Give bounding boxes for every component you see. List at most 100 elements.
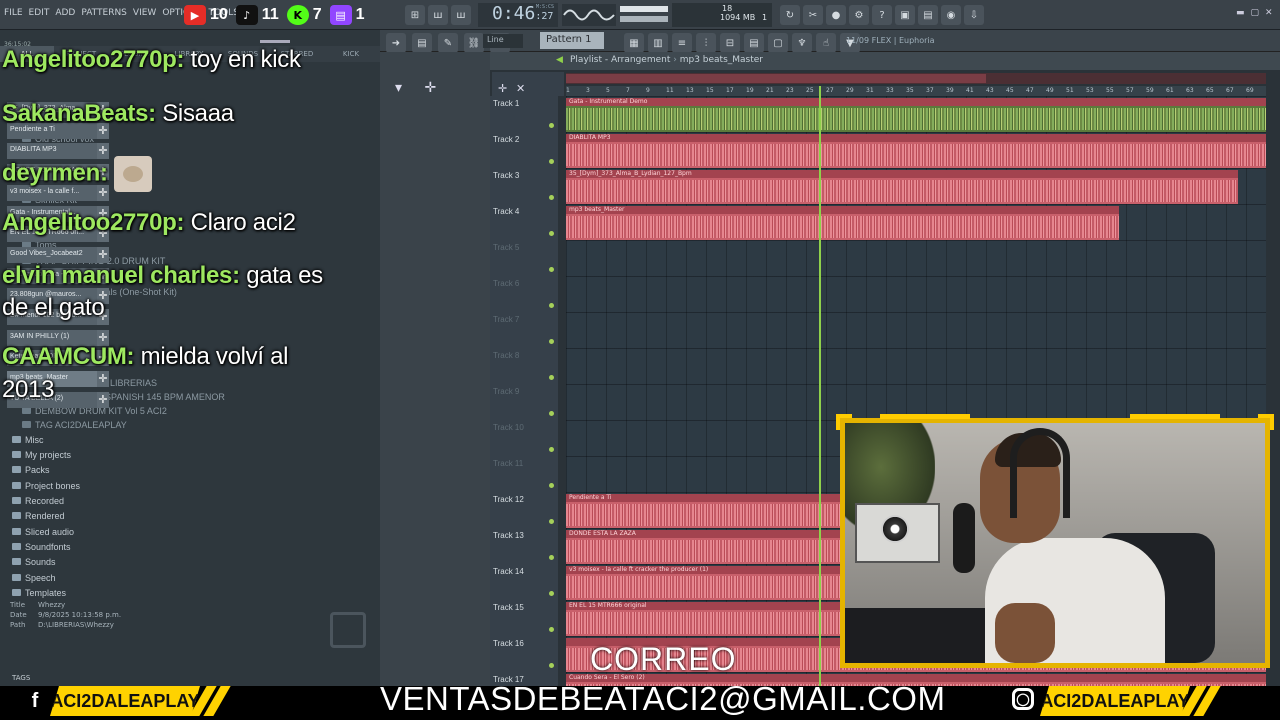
browser-item[interactable]: Speech [12, 573, 56, 583]
pencil-icon[interactable]: ✎ [438, 33, 458, 53]
browser-icon[interactable]: ▤ [744, 33, 764, 53]
track-enable-led[interactable] [549, 591, 554, 596]
track-name[interactable]: Track 9 [493, 387, 519, 396]
menu-item-file[interactable]: FILE [4, 8, 23, 18]
track-enable-led[interactable] [549, 195, 554, 200]
rack-menu-icon[interactable]: ▾ [395, 80, 402, 96]
snap-selector[interactable]: Line [483, 34, 523, 48]
pattern-selector[interactable]: Pattern 1 [540, 32, 604, 49]
audio-clip[interactable]: mp3 beats_Master [566, 206, 1119, 240]
piano-roll-icon[interactable]: ▥ [648, 33, 668, 53]
playlist-window-icon[interactable]: ▦ [624, 33, 644, 53]
menu-item-edit[interactable]: EDIT [29, 8, 50, 18]
track-name[interactable]: Track 5 [493, 243, 519, 252]
arrow-icon[interactable]: ➜ [386, 33, 406, 53]
menu-item-patterns[interactable]: PATTERNS [81, 8, 127, 18]
audio-clip[interactable]: Gata - Instrumental Demo [566, 98, 1266, 132]
track-name[interactable]: Track 16 [493, 639, 524, 648]
track-enable-led[interactable] [549, 447, 554, 452]
master-pitch-slider[interactable] [620, 16, 668, 22]
menu-item-view[interactable]: VIEW [133, 8, 156, 18]
channel-rack-icon[interactable]: ≡ [672, 33, 692, 53]
track-enable-led[interactable] [549, 627, 554, 632]
track-name[interactable]: Track 1 [493, 99, 519, 108]
wait-icon[interactable]: ш [428, 5, 448, 25]
track-name[interactable]: Track 14 [493, 567, 524, 576]
browser-slider[interactable] [260, 40, 290, 43]
channel-button[interactable]: Good Vibes_Jocabeat2 [7, 246, 97, 263]
close-icon[interactable]: ✕ [1265, 8, 1273, 18]
browser-item[interactable]: Packs [12, 465, 50, 475]
mixer-icon[interactable]: ⫶ [696, 33, 716, 53]
track-name[interactable]: Track 12 [493, 495, 524, 504]
download-icon[interactable]: ⇩ [964, 5, 984, 25]
clipboard-icon[interactable]: ▢ [768, 33, 788, 53]
audio-clip[interactable]: 35_[Dym]_373_Alma_B_Lydian_127_Bpm [566, 170, 1238, 204]
gear-icon[interactable]: ⚙ [849, 5, 869, 25]
close-small-icon[interactable]: ✕ [516, 82, 525, 95]
browser-item[interactable]: Sliced audio [12, 527, 74, 537]
plugin-picker-icon[interactable]: ⊟ [720, 33, 740, 53]
touch-icon[interactable]: ☝ [816, 33, 836, 53]
playhead[interactable] [819, 86, 821, 686]
master-volume-slider[interactable] [620, 6, 668, 12]
browser-item[interactable]: TAG ACI2DALEAPLAY [22, 420, 127, 430]
track-enable-led[interactable] [549, 303, 554, 308]
mic-icon[interactable]: ● [826, 5, 846, 25]
track-enable-led[interactable] [549, 231, 554, 236]
track-name[interactable]: Track 2 [493, 135, 519, 144]
track-name[interactable]: Track 13 [493, 531, 524, 540]
chat-icon[interactable]: ◉ [941, 5, 961, 25]
minimize-icon[interactable]: ▬ [1236, 8, 1245, 18]
track-name[interactable]: Track 8 [493, 351, 519, 360]
zoom-icon[interactable]: ✛ [498, 82, 507, 95]
browser-tab-kick[interactable]: KICK [324, 46, 378, 62]
song-time-display[interactable]: 0:46:27 M:S:CS [478, 3, 558, 27]
menu-item-add[interactable]: ADD [55, 8, 75, 18]
track-name[interactable]: Track 10 [493, 423, 524, 432]
link-icon[interactable]: ⛓ [464, 33, 484, 53]
track-enable-led[interactable] [549, 267, 554, 272]
plugin-icon[interactable]: ♆ [792, 33, 812, 53]
track-enable-led[interactable] [549, 519, 554, 524]
browser-item[interactable]: Project bones [12, 481, 80, 491]
track-name[interactable]: Track 4 [493, 207, 519, 216]
browser-item[interactable]: Recorded [12, 496, 64, 506]
refresh-icon[interactable]: ↻ [780, 5, 800, 25]
browser-item[interactable]: Soundfonts [12, 542, 71, 552]
track-name[interactable]: Track 7 [493, 315, 519, 324]
track-name[interactable]: Track 11 [493, 459, 523, 468]
track-enable-led[interactable] [549, 663, 554, 668]
track-name[interactable]: Track 6 [493, 279, 519, 288]
render-icon[interactable]: ▤ [918, 5, 938, 25]
track-enable-led[interactable] [549, 555, 554, 560]
track-enable-led[interactable] [549, 483, 554, 488]
track-enable-led[interactable] [549, 339, 554, 344]
audio-clip[interactable]: DIABLITA MP3 [566, 134, 1266, 168]
track-name[interactable]: Track 3 [493, 171, 519, 180]
track-enable-led[interactable] [549, 375, 554, 380]
playlist-scroll[interactable] [566, 73, 1266, 84]
track-name[interactable]: Track 15 [493, 603, 524, 612]
browser-item[interactable]: Sounds [12, 557, 56, 567]
browser-item[interactable]: Misc [12, 435, 44, 445]
browser-item[interactable]: Rendered [12, 511, 65, 521]
channel-add-icon[interactable]: ✛ [97, 371, 109, 388]
track-enable-led[interactable] [549, 159, 554, 164]
rack-add-icon[interactable]: ✛ [424, 80, 436, 96]
cut-icon[interactable]: ✂ [803, 5, 823, 25]
record-mode-icon[interactable]: ⊞ [405, 5, 425, 25]
new-folder-icon[interactable] [330, 612, 366, 648]
loop-record-icon[interactable]: ш [451, 5, 471, 25]
playlist-icon[interactable]: ▤ [412, 33, 432, 53]
save-icon[interactable]: ▣ [895, 5, 915, 25]
timeline-ruler[interactable]: 1 3 5 7 9 11 13 15 17 19 21 23 25 27 29 31 33 35 37 39 41 43 4… [566, 86, 1266, 96]
track-enable-led[interactable] [549, 411, 554, 416]
track-enable-led[interactable] [549, 123, 554, 128]
browser-item[interactable]: Templates [12, 588, 66, 598]
browser-item[interactable]: My projects [12, 450, 71, 460]
channel-add-icon[interactable]: ✛ [97, 391, 109, 408]
help-icon[interactable]: ? [872, 5, 892, 25]
scroll-thumb[interactable] [566, 74, 986, 83]
maximize-icon[interactable]: ▢ [1251, 8, 1260, 18]
